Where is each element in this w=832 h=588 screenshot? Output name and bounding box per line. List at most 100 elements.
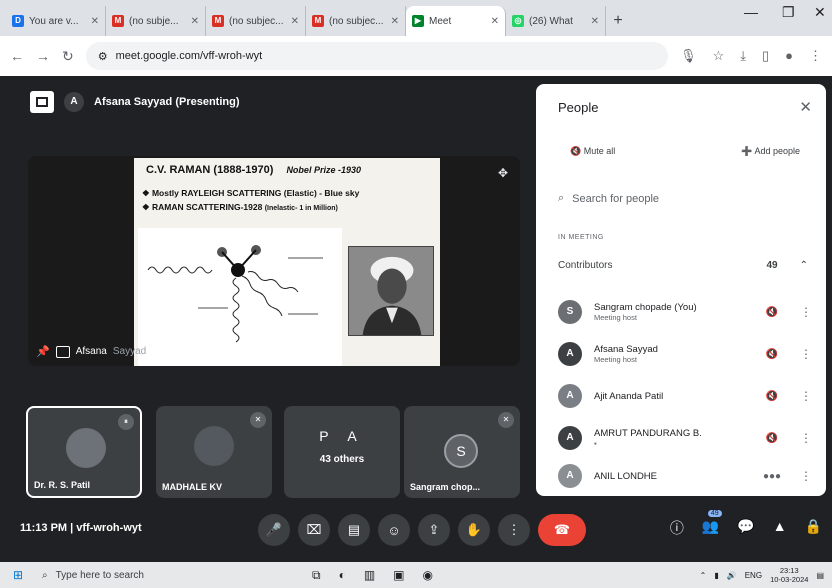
- mute-all-button[interactable]: 🔇 Mute all: [570, 146, 615, 157]
- chat-icon[interactable]: 💬: [737, 518, 754, 538]
- presenter-label: Afsana Sayyad (Presenting): [94, 96, 240, 108]
- captions-button[interactable]: ▤: [338, 514, 370, 546]
- add-people-button[interactable]: ➕ Add people: [741, 146, 800, 157]
- taskbar-search-placeholder: Type here to search: [55, 569, 144, 581]
- browser-tab[interactable]: D You are v... ✕: [6, 6, 106, 36]
- microphone-toggle-button[interactable]: 🎤: [258, 514, 290, 546]
- others-tile[interactable]: P A 43 others: [284, 406, 400, 498]
- avatar: [194, 426, 234, 466]
- camera-toggle-button[interactable]: ⌧: [298, 514, 330, 546]
- host-controls-icon[interactable]: 🔒: [805, 518, 822, 538]
- minimize-icon[interactable]: —: [744, 4, 758, 20]
- presentation-slide: C.V. RAMAN (1888-1970) Nobel Prize -1930…: [134, 158, 440, 366]
- emoji-reaction-button[interactable]: ☺: [378, 514, 410, 546]
- close-icon[interactable]: ✕: [799, 98, 812, 116]
- activities-icon[interactable]: ▲: [773, 518, 787, 538]
- raise-hand-button[interactable]: ✋: [458, 514, 490, 546]
- mic-off-icon[interactable]: 🔇: [762, 349, 782, 360]
- pin-icon[interactable]: 📌: [36, 345, 50, 358]
- windows-start-icon[interactable]: ⊞: [0, 568, 36, 582]
- windows-taskbar: ⊞ ⌕ Type here to search ⧉ ◐ ▥ ▣ ◉ ⌃ ▮ 🔊 …: [0, 562, 832, 588]
- mic-off-icon[interactable]: 🔇: [762, 391, 782, 402]
- maximize-icon[interactable]: ❐: [782, 4, 795, 21]
- more-vert-icon[interactable]: ⋮: [796, 431, 816, 445]
- browser-tab[interactable]: M (no subjec... ✕: [306, 6, 406, 36]
- gmail-icon: M: [312, 15, 324, 27]
- microphone-icon[interactable]: 🎙: [680, 48, 697, 64]
- participant-row[interactable]: A Afsana Sayyad Meeting host 🔇 ⋮: [558, 334, 816, 374]
- close-window-icon[interactable]: ✕: [814, 4, 826, 21]
- close-icon[interactable]: ✕: [591, 16, 599, 27]
- tab-title: (no subje...: [129, 15, 179, 27]
- more-vert-icon[interactable]: ⋮: [796, 469, 816, 483]
- close-icon[interactable]: ✕: [391, 16, 399, 27]
- tab-title: (26) What: [529, 15, 573, 27]
- notifications-icon[interactable]: ▤: [816, 571, 824, 580]
- panel-title: People: [558, 100, 599, 115]
- menu-icon[interactable]: ⋮: [809, 48, 822, 64]
- contributors-toggle[interactable]: Contributors 49 ⌃: [558, 260, 808, 271]
- browser-tab[interactable]: M (no subje... ✕: [106, 6, 206, 36]
- bookmark-star-icon[interactable]: ☆: [713, 48, 725, 64]
- chevron-up-icon[interactable]: ⌃: [700, 571, 707, 580]
- chevron-up-icon: ⌃: [799, 260, 808, 271]
- pin-icon[interactable]: ✥: [498, 166, 508, 180]
- language-indicator[interactable]: ENG: [745, 571, 762, 580]
- more-vert-icon[interactable]: ⋮: [796, 305, 816, 319]
- gmail-icon: M: [212, 15, 224, 27]
- avatar: A: [558, 426, 582, 450]
- more-options-button[interactable]: ⋮: [498, 514, 530, 546]
- participant-row[interactable]: A AMRUT PANDURANG B. ▪ 🔇 ⋮: [558, 418, 816, 458]
- close-icon[interactable]: ✕: [191, 16, 199, 27]
- participant-row[interactable]: A Ajit Ananda Patil 🔇 ⋮: [558, 376, 816, 416]
- search-icon: ⌕: [42, 569, 48, 581]
- participant-name: Sangram chopade (You): [594, 302, 697, 313]
- participant-tile[interactable]: S ✕ Sangram chop...: [404, 406, 520, 498]
- participant-tile[interactable]: ✕ MADHALE KV: [156, 406, 272, 498]
- people-icon[interactable]: 👥 49: [702, 510, 722, 538]
- avatar: A: [558, 384, 582, 408]
- network-icon[interactable]: ▮: [714, 571, 718, 580]
- forward-icon[interactable]: →: [36, 48, 50, 64]
- avatar: [66, 428, 106, 468]
- download-icon[interactable]: ⤓: [740, 48, 746, 64]
- new-tab-button[interactable]: +: [606, 6, 630, 36]
- browser-tab[interactable]: ◎ (26) What ✕: [506, 6, 606, 36]
- edge-icon[interactable]: ◐: [339, 568, 346, 583]
- site-info-icon[interactable]: ⚙: [98, 50, 108, 63]
- store-icon[interactable]: ▣: [393, 568, 404, 583]
- files-icon[interactable]: ▥: [364, 568, 375, 583]
- mic-off-icon: 🔇: [570, 146, 582, 156]
- profile-icon[interactable]: ●: [785, 48, 793, 64]
- participant-role: Meeting host: [594, 313, 637, 322]
- participant-row[interactable]: S Sangram chopade (You) Meeting host 🔇 ⋮: [558, 292, 816, 332]
- close-icon[interactable]: ✕: [291, 16, 299, 27]
- chrome-icon[interactable]: ◉: [423, 568, 433, 583]
- section-heading: IN MEETING: [558, 234, 604, 241]
- search-people-input[interactable]: ⌕ Search for people: [558, 192, 659, 205]
- volume-icon[interactable]: 🔊: [727, 571, 737, 580]
- clock[interactable]: 23:13 10-03-2024: [770, 566, 808, 584]
- browser-tab[interactable]: M (no subjec... ✕: [206, 6, 306, 36]
- participant-tile[interactable]: ⏸ Dr. R. S. Patil: [26, 406, 142, 498]
- more-vert-icon[interactable]: ⋮: [796, 347, 816, 361]
- sidebar-icon[interactable]: ▯: [762, 48, 769, 64]
- close-icon[interactable]: ✕: [91, 16, 99, 27]
- mic-off-icon[interactable]: 🔇: [762, 307, 782, 318]
- more-vert-icon[interactable]: ⋮: [796, 389, 816, 403]
- screen-share-tile[interactable]: C.V. RAMAN (1888-1970) Nobel Prize -1930…: [28, 156, 520, 366]
- omnibox[interactable]: ⚙ meet.google.com/vff-wroh-wyt: [85, 42, 669, 70]
- mic-off-icon[interactable]: 🔇: [762, 433, 782, 444]
- clock-time: 23:13: [779, 566, 799, 575]
- task-view-icon[interactable]: ⧉: [312, 568, 321, 583]
- participant-row[interactable]: A ANIL LONDHE ●●● ⋮: [558, 460, 816, 492]
- taskbar-search[interactable]: ⌕ Type here to search: [36, 570, 266, 581]
- reload-icon[interactable]: ↻: [62, 48, 74, 65]
- add-person-icon: ➕: [741, 146, 753, 156]
- back-icon[interactable]: ←: [10, 48, 24, 64]
- meeting-details-icon[interactable]: ⓘ: [670, 518, 684, 538]
- present-screen-button[interactable]: ⇪: [418, 514, 450, 546]
- browser-tab-active[interactable]: ▶ Meet ✕: [406, 6, 506, 36]
- leave-call-button[interactable]: ☎: [538, 514, 586, 546]
- close-icon[interactable]: ✕: [491, 16, 499, 27]
